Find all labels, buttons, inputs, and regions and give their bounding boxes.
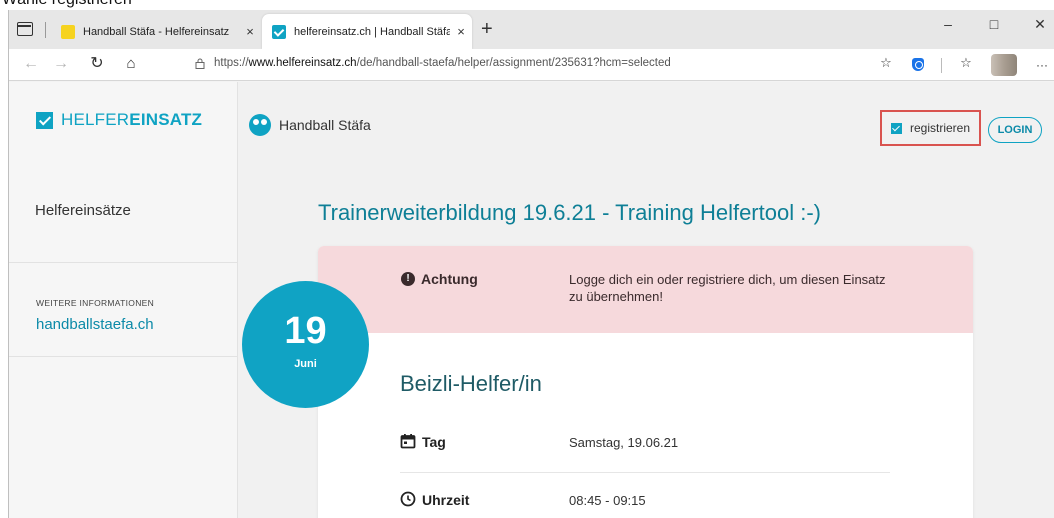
more-info-label: WEITERE INFORMATIONEN xyxy=(36,298,155,308)
back-icon[interactable]: ← xyxy=(17,54,45,74)
url-host: www.helfereinsatz.ch xyxy=(248,57,357,69)
refresh-icon[interactable]: ↻ xyxy=(83,54,111,74)
organization-icon xyxy=(249,114,271,136)
time-value: 08:45 - 09:15 xyxy=(569,493,646,508)
close-tab-icon[interactable]: × xyxy=(239,24,261,39)
day-label: Tag xyxy=(422,434,446,450)
sidebar-divider xyxy=(9,262,238,263)
register-label: registrieren xyxy=(909,121,971,135)
add-favorite-icon[interactable]: ☆ xyxy=(875,55,897,71)
sidebar: HELFEREINSATZ Helfereinsätze WEITERE INF… xyxy=(9,82,238,518)
logo-text-light: HELFER xyxy=(61,110,130,129)
alert-label: Achtung xyxy=(421,271,478,287)
web-page: HELFEREINSATZ Helfereinsätze WEITERE INF… xyxy=(9,82,1054,518)
row-divider xyxy=(400,472,890,473)
tab-title: helfereinsatz.ch | Handball Stäfa xyxy=(294,25,450,38)
tab-actions-icon[interactable] xyxy=(17,22,33,36)
home-icon[interactable]: ⌂ xyxy=(117,54,145,74)
clock-icon xyxy=(400,491,416,507)
url-path: /de/handball-staefa/helper/assignment/23… xyxy=(356,57,671,69)
favorites-icon[interactable]: ☆ xyxy=(955,55,977,71)
sidebar-divider xyxy=(9,356,238,357)
profile-avatar[interactable] xyxy=(991,54,1017,76)
date-day: 19 xyxy=(284,310,327,352)
tab-handball-staefa[interactable]: Handball Stäfa - Helfereinsatz × xyxy=(51,14,261,49)
assignment-card: ! Achtung Logge dich ein oder registrier… xyxy=(318,246,973,518)
login-button[interactable]: LOGIN xyxy=(988,117,1042,143)
tab-title: Handball Stäfa - Helfereinsatz xyxy=(83,25,230,38)
instruction-caption: Wähle registrieren xyxy=(0,0,1054,10)
organization-header[interactable]: Handball Stäfa xyxy=(249,114,371,136)
logo-text: HELFEREINSATZ xyxy=(61,110,202,130)
page-title: Trainerweiterbildung 19.6.21 - Training … xyxy=(318,200,821,225)
url-scheme: https:// xyxy=(214,57,249,69)
more-menu-icon[interactable]: ··· xyxy=(1031,58,1053,72)
address-toolbar: ← → ↻ ⌂ https://www.helfereinsatz.ch/de/… xyxy=(9,49,1054,81)
organization-name: Handball Stäfa xyxy=(279,117,371,133)
register-check-icon xyxy=(890,122,902,134)
browser-window: Handball Stäfa - Helfereinsatz × helfere… xyxy=(8,10,1054,518)
register-button[interactable]: registrieren xyxy=(880,110,981,146)
alert-message: Logge dich ein oder registriere dich, um… xyxy=(569,272,886,304)
job-title: Beizli-Helfer/in xyxy=(400,371,542,396)
exclamation-icon: ! xyxy=(401,272,415,286)
day-value: Samstag, 19.06.21 xyxy=(569,435,679,450)
login-alert: ! Achtung Logge dich ein oder registrier… xyxy=(318,246,973,333)
caption-text: Wähle registrieren xyxy=(2,0,132,9)
calendar-icon xyxy=(400,434,416,449)
minimize-button[interactable]: – xyxy=(925,16,971,32)
helfereinsatz-logo[interactable]: HELFEREINSATZ xyxy=(36,110,202,130)
maximize-button[interactable]: □ xyxy=(971,16,1017,32)
tab-favicon xyxy=(61,24,75,39)
sidebar-item-helfereinsaetze[interactable]: Helfereinsätze xyxy=(35,202,131,219)
address-bar[interactable]: https://www.helfereinsatz.ch/de/handball… xyxy=(214,57,671,69)
club-website-link[interactable]: handballstaefa.ch xyxy=(36,316,154,333)
new-tab-button[interactable]: + xyxy=(481,18,493,40)
tab-helfereinsatz[interactable]: helfereinsatz.ch | Handball Stäfa × xyxy=(262,14,472,49)
close-tab-icon[interactable]: × xyxy=(450,24,472,39)
toolbar-divider xyxy=(941,58,942,73)
tab-favicon xyxy=(272,24,286,39)
tab-strip: Handball Stäfa - Helfereinsatz × helfere… xyxy=(9,10,1054,49)
logo-check-icon xyxy=(36,111,53,129)
time-label: Uhrzeit xyxy=(422,492,470,508)
tab-separator xyxy=(45,22,46,38)
forward-icon[interactable]: → xyxy=(47,54,75,74)
close-window-button[interactable]: ✕ xyxy=(1017,16,1054,33)
date-month: Juni xyxy=(294,358,317,370)
extension-shield-icon[interactable] xyxy=(912,58,924,71)
logo-text-bold: EINSATZ xyxy=(129,110,203,129)
date-badge: 19 Juni xyxy=(242,281,369,408)
lock-icon[interactable] xyxy=(195,58,205,69)
